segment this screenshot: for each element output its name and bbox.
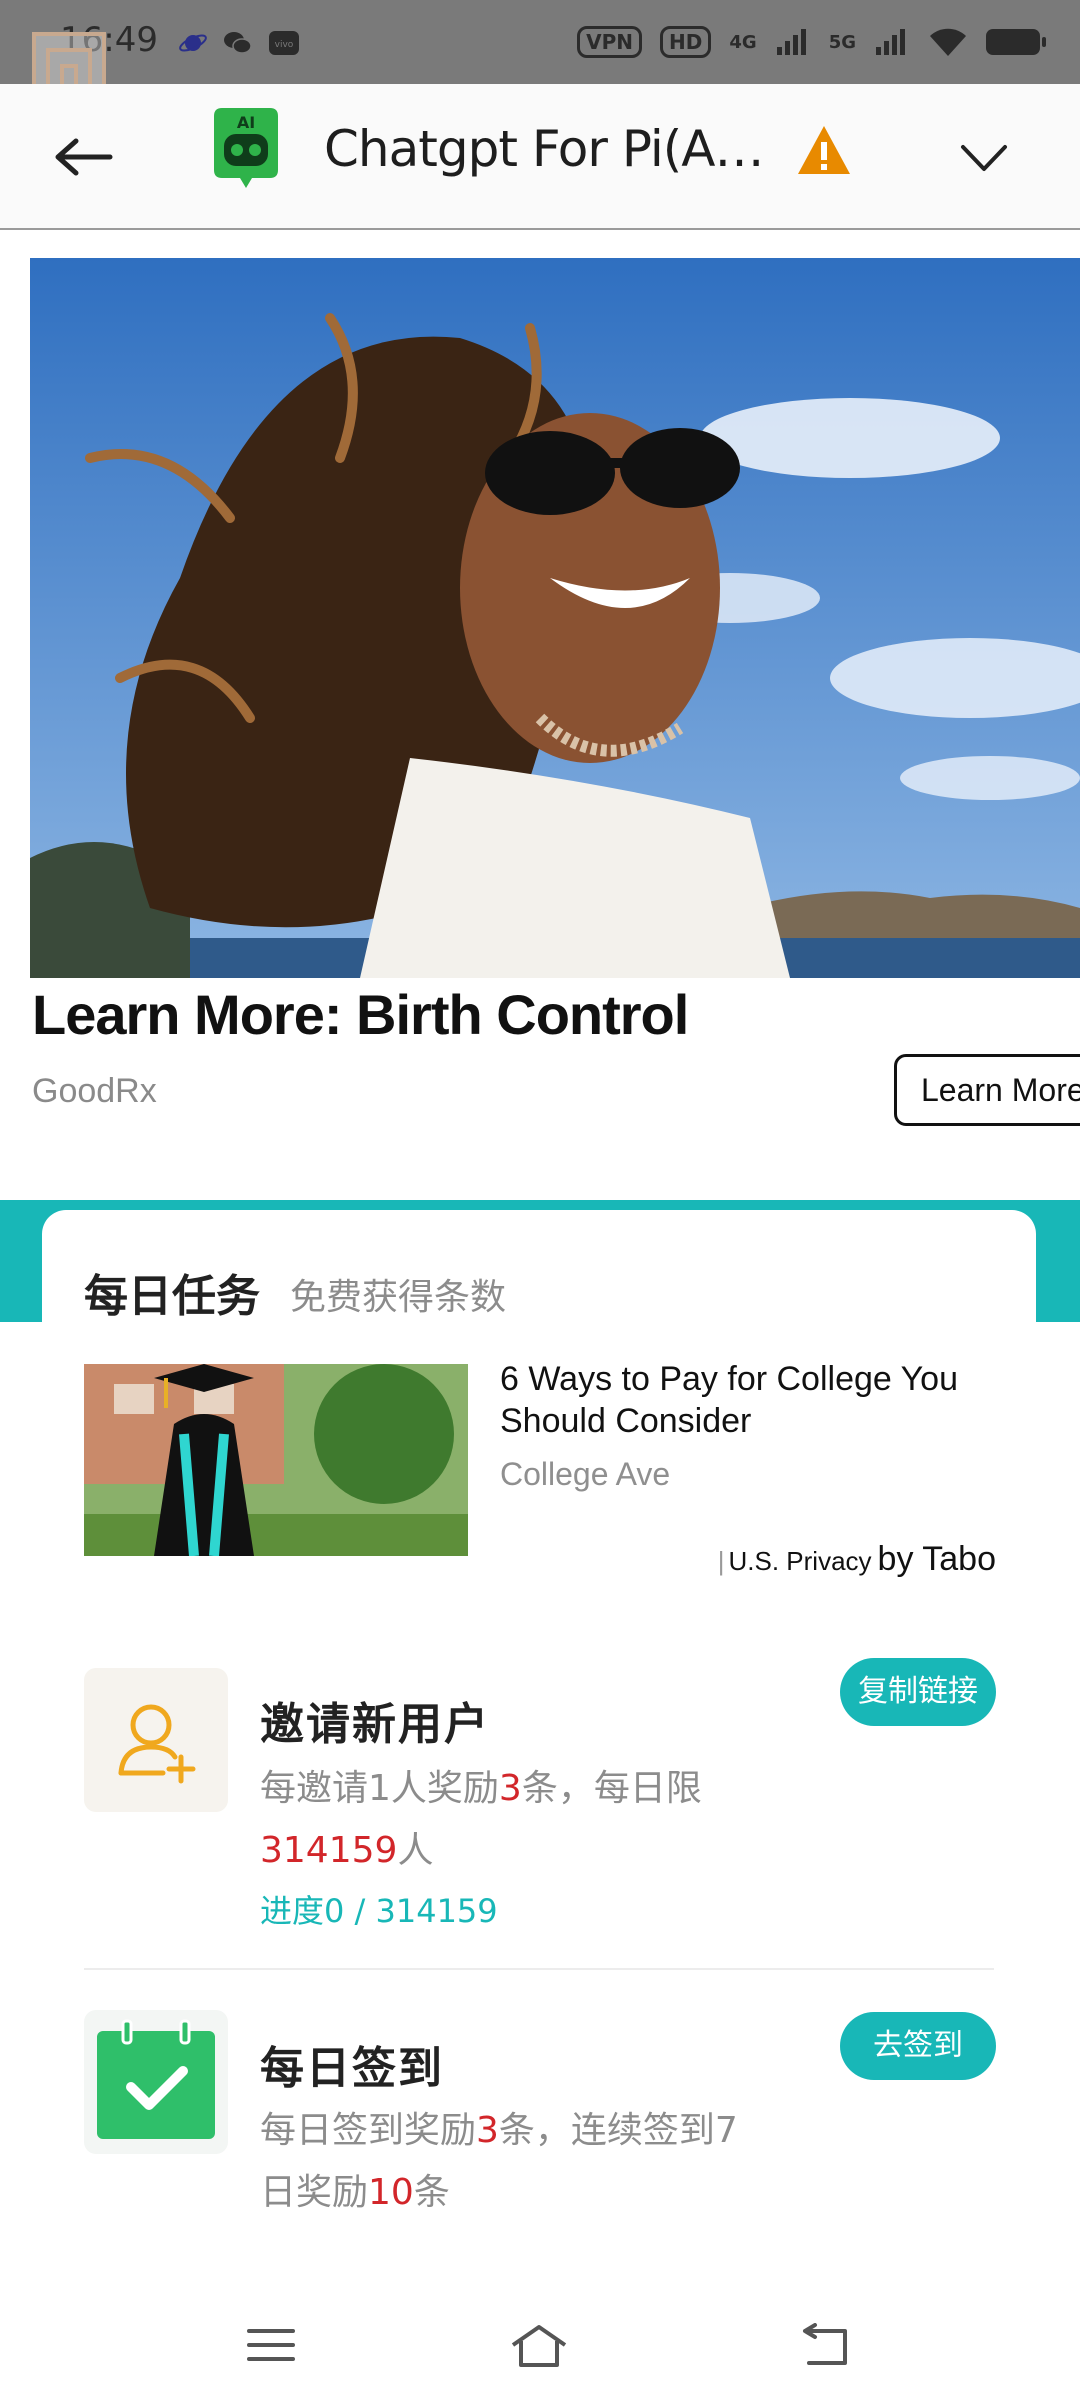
wechat-icon — [224, 32, 252, 54]
privacy-attribution[interactable]: | U.S. Privacy by Tabo — [718, 1540, 996, 1579]
invite-description: 每邀请1人奖励3条，每日限 314159人 — [260, 1758, 820, 1882]
wifi-icon — [930, 28, 966, 56]
check-in-button[interactable]: 去签到 — [840, 2012, 996, 2080]
calendar-check-icon — [97, 2019, 215, 2139]
native-ad-title[interactable]: 6 Ways to Pay for College You Should Con… — [500, 1358, 1010, 1442]
native-ad-image[interactable] — [84, 1364, 468, 1556]
battery-icon — [986, 29, 1046, 55]
graduate-photo — [84, 1364, 468, 1556]
ad-headline[interactable]: Learn More: Birth Control — [32, 982, 689, 1047]
logo-text: AI — [237, 113, 255, 132]
back-button[interactable] — [48, 114, 120, 200]
status-indicators: VPN HD 4G 5G — [577, 22, 1046, 62]
checkin-desc-part: 条 — [413, 2172, 450, 2213]
back-icon — [803, 2323, 847, 2365]
vpn-badge: VPN — [577, 26, 643, 58]
chevron-down-icon — [961, 145, 1007, 171]
ai-robot-logo: AI — [214, 108, 278, 188]
invite-reward: 3 — [498, 1768, 522, 1809]
checkin-bonus: 10 — [368, 2172, 414, 2213]
checkin-description: 每日签到奖励3条，连续签到7 日奖励10条 — [260, 2100, 820, 2224]
tasks-subtitle: 免费获得条数 — [290, 1277, 507, 1318]
dropdown-button[interactable] — [948, 122, 1020, 194]
row-divider — [84, 1968, 994, 1970]
back-arrow-icon — [55, 138, 113, 176]
invite-desc-part: 人 — [397, 1830, 434, 1871]
ad-source: GoodRx — [32, 1072, 157, 1110]
home-button[interactable] — [494, 2310, 584, 2380]
vivo-icon: vivo — [269, 31, 299, 55]
menu-icon — [247, 2329, 295, 2361]
learn-more-button[interactable]: Learn More — [894, 1054, 1080, 1126]
app-header: AI Chatgpt For Pi(Ai Chat) — [0, 84, 1080, 230]
status-bar: 16:49 vivo VPN HD 4G 5G — [0, 0, 1080, 84]
user-add-icon — [118, 1704, 196, 1784]
invite-title: 邀请新用户 — [260, 1699, 490, 1750]
network-5g-label: 5G — [828, 31, 856, 53]
network-4g-label: 4G — [729, 31, 757, 53]
native-ad-source: College Ave — [500, 1456, 671, 1492]
by-tabo-label: by Tabo — [877, 1540, 996, 1578]
hd-badge: HD — [660, 26, 712, 58]
invite-limit: 314159 — [260, 1830, 398, 1871]
tasks-title: 每日任务 — [84, 1271, 260, 1322]
invite-desc-part: 条，每日限 — [521, 1768, 702, 1809]
daily-tasks-card: 每日任务 免费获得条数 6 Ways to Pay for College Yo… — [42, 1210, 1036, 2310]
checkin-desc-part: 日奖励 — [260, 2172, 369, 2213]
invite-progress: 进度0 / 314159 — [260, 1892, 498, 1930]
saturn-app-icon — [179, 34, 207, 52]
svg-text:vivo: vivo — [275, 40, 294, 50]
checkin-desc-part: 条，连续签到7 — [498, 2110, 738, 2151]
checkin-desc-part: 每日签到奖励 — [260, 2110, 477, 2151]
home-icon — [511, 2325, 567, 2367]
system-nav-bar — [0, 2280, 1080, 2408]
invite-desc-part: 每邀请1人奖励 — [260, 1768, 499, 1809]
privacy-label[interactable]: U.S. Privacy — [729, 1546, 872, 1576]
signal-icon — [876, 29, 905, 55]
menu-button[interactable] — [226, 2310, 316, 2380]
signal-icon — [776, 29, 806, 55]
checkin-title: 每日签到 — [260, 2043, 444, 2094]
copy-link-button[interactable]: 复制链接 — [840, 1658, 996, 1726]
checkin-reward: 3 — [476, 2110, 499, 2151]
back-nav-button[interactable] — [780, 2310, 870, 2380]
invite-icon-tile — [84, 1668, 228, 1812]
app-title: Chatgpt For Pi(Ai Chat) — [324, 120, 774, 178]
ad-image[interactable] — [30, 258, 1080, 978]
checkin-icon-tile — [84, 2010, 228, 2154]
warning-icon[interactable] — [796, 122, 852, 178]
woman-sunglasses-photo — [30, 258, 1080, 978]
